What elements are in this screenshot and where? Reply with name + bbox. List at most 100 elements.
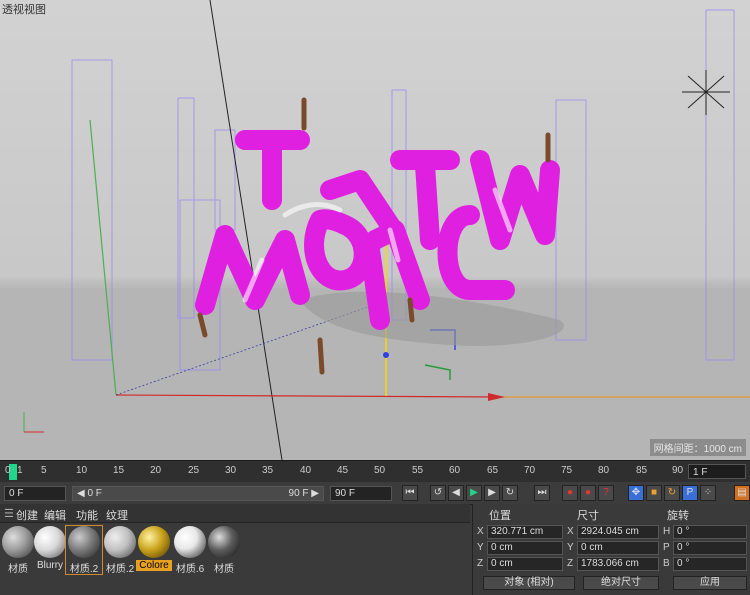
timeline-tick: 60 <box>449 465 461 476</box>
material-preview <box>68 526 100 558</box>
rotate-key-icon[interactable]: ↻ <box>664 485 680 501</box>
timeline-tick: 45 <box>337 465 349 476</box>
size-mode-dropdown[interactable]: 绝对尺寸 <box>583 576 659 590</box>
pos-y-field[interactable]: 0 cm <box>487 541 563 555</box>
material-label: 材质.6 <box>175 564 205 575</box>
rot-p-field[interactable]: 0 ° <box>673 541 747 555</box>
menu-handle-icon[interactable]: ☰ <box>4 507 14 520</box>
coordinates-manager: 位置 尺寸 旋转 X 320.771 cm X 2924.045 cm H 0 … <box>472 504 750 595</box>
timeline-tick: 50 <box>374 465 386 476</box>
timeline-tick: 55 <box>412 465 424 476</box>
apply-button[interactable]: 应用 <box>673 576 747 590</box>
play-icon[interactable]: ▶ <box>466 485 482 501</box>
material-preview <box>138 526 170 558</box>
current-frame-field[interactable]: 1 F <box>688 464 746 479</box>
timeline-tick: 30 <box>225 465 237 476</box>
size-x-field[interactable]: 2924.045 cm <box>577 525 659 539</box>
material-label: 材质 <box>8 564 28 575</box>
size-z-field[interactable]: 1783.066 cm <box>577 557 659 571</box>
point-level-icon[interactable]: ⁘ <box>700 485 716 501</box>
material-item[interactable]: 材质.2 <box>102 526 138 575</box>
timeline-tick: 40 <box>300 465 312 476</box>
transport-bar: 0 F ◀ 0 F 90 F ▶ 90 F ⏮ ↺ ◀ ▶ ▶ ↻ ⏭ ● ● … <box>0 482 750 505</box>
timeline-tick: 65 <box>487 465 499 476</box>
rot-h-field[interactable]: 0 ° <box>673 525 747 539</box>
go-to-end-icon[interactable]: ⏭ <box>534 485 550 501</box>
scale-key-icon[interactable]: ■ <box>646 485 662 501</box>
material-preview <box>104 526 136 558</box>
menu-create[interactable]: 创建 <box>16 507 38 523</box>
rotation-header: 旋转 <box>667 510 689 522</box>
material-menu: ☰ 创建 编辑 功能 纹理 <box>0 504 470 523</box>
timeline-ruler[interactable]: 0 1 5 10 15 20 25 30 35 40 45 50 55 60 6… <box>0 460 750 483</box>
pos-x-field[interactable]: 320.771 cm <box>487 525 563 539</box>
record-icon[interactable]: ● <box>562 485 578 501</box>
material-label: Colore <box>136 560 172 571</box>
timeline-tick: 70 <box>524 465 536 476</box>
material-manager: ☰ 创建 编辑 功能 纹理 材质 Blurry 材质.2 材质.2 Colore… <box>0 504 470 595</box>
material-preview <box>208 526 240 558</box>
range-end-label: 90 F ▶ <box>288 488 319 499</box>
material-item[interactable]: Colore <box>136 526 172 574</box>
timeline-tick: 20 <box>150 465 162 476</box>
timeline-tick: 90 <box>672 465 684 476</box>
scene-render <box>0 0 750 460</box>
position-header: 位置 <box>489 510 511 522</box>
timeline-tick: 75 <box>561 465 573 476</box>
material-item[interactable]: 材质.6 <box>172 526 208 575</box>
range-start-label: ◀ 0 F <box>77 488 102 499</box>
timeline-tick: 85 <box>636 465 648 476</box>
next-key-icon[interactable]: ↻ <box>502 485 518 501</box>
material-item[interactable]: Blurry <box>32 526 68 574</box>
pos-y-label: Y <box>477 542 484 553</box>
size-y-field[interactable]: 0 cm <box>577 541 659 555</box>
go-to-start-icon[interactable]: ⏮ <box>402 485 418 501</box>
timeline-tick: 0 <box>5 465 11 476</box>
timeline-tick: 25 <box>188 465 200 476</box>
timeline-tick: 80 <box>598 465 610 476</box>
playhead-label: 1 <box>17 465 23 476</box>
size-z-label: Z <box>567 558 574 569</box>
material-label: Blurry <box>36 560 64 571</box>
material-label: 材质.2 <box>105 564 135 575</box>
material-preview <box>34 526 66 558</box>
coordinate-mode-dropdown[interactable]: 对象 (相对) <box>483 576 575 590</box>
size-y-label: Y <box>567 542 574 553</box>
material-item-selected[interactable]: 材质.2 <box>65 525 103 575</box>
material-label: 材质 <box>214 564 234 575</box>
material-label: 材质.2 <box>69 564 99 575</box>
range-slider[interactable]: ◀ 0 F 90 F ▶ <box>72 486 324 501</box>
timeline-tick: 10 <box>76 465 88 476</box>
rot-b-label: B <box>663 558 670 569</box>
auto-key-icon[interactable]: ● <box>580 485 596 501</box>
grid-spacing-label: 网格间距：1000 cm <box>649 439 746 456</box>
rot-h-label: H <box>663 526 671 537</box>
perspective-viewport[interactable]: 透视视图 网格间距：1000 cm <box>0 0 750 460</box>
material-preview <box>174 526 206 558</box>
size-x-label: X <box>567 526 574 537</box>
next-frame-icon[interactable]: ▶ <box>484 485 500 501</box>
menu-edit[interactable]: 编辑 <box>44 507 66 523</box>
pos-x-label: X <box>477 526 484 537</box>
prev-frame-icon[interactable]: ◀ <box>448 485 464 501</box>
rot-b-field[interactable]: 0 ° <box>673 557 747 571</box>
material-item[interactable]: 材质 <box>206 526 242 575</box>
rot-p-label: P <box>663 542 670 553</box>
film-icon[interactable]: ▤ <box>734 485 750 501</box>
key-selection-icon[interactable]: ? <box>598 485 614 501</box>
pos-z-label: Z <box>477 558 484 569</box>
end-frame-field[interactable]: 90 F <box>330 486 392 501</box>
timeline-tick: 35 <box>262 465 274 476</box>
material-preview <box>2 526 34 558</box>
move-key-icon[interactable]: ✥ <box>628 485 644 501</box>
menu-texture[interactable]: 纹理 <box>106 507 128 523</box>
timeline-tick: 15 <box>113 465 125 476</box>
material-item[interactable]: 材质 <box>0 526 36 575</box>
pos-z-field[interactable]: 0 cm <box>487 557 563 571</box>
menu-function[interactable]: 功能 <box>76 507 98 523</box>
size-header: 尺寸 <box>577 510 599 522</box>
start-frame-field[interactable]: 0 F <box>4 486 66 501</box>
prev-key-icon[interactable]: ↺ <box>430 485 446 501</box>
timeline-tick: 5 <box>41 465 47 476</box>
parameter-key-icon[interactable]: P <box>682 485 698 501</box>
